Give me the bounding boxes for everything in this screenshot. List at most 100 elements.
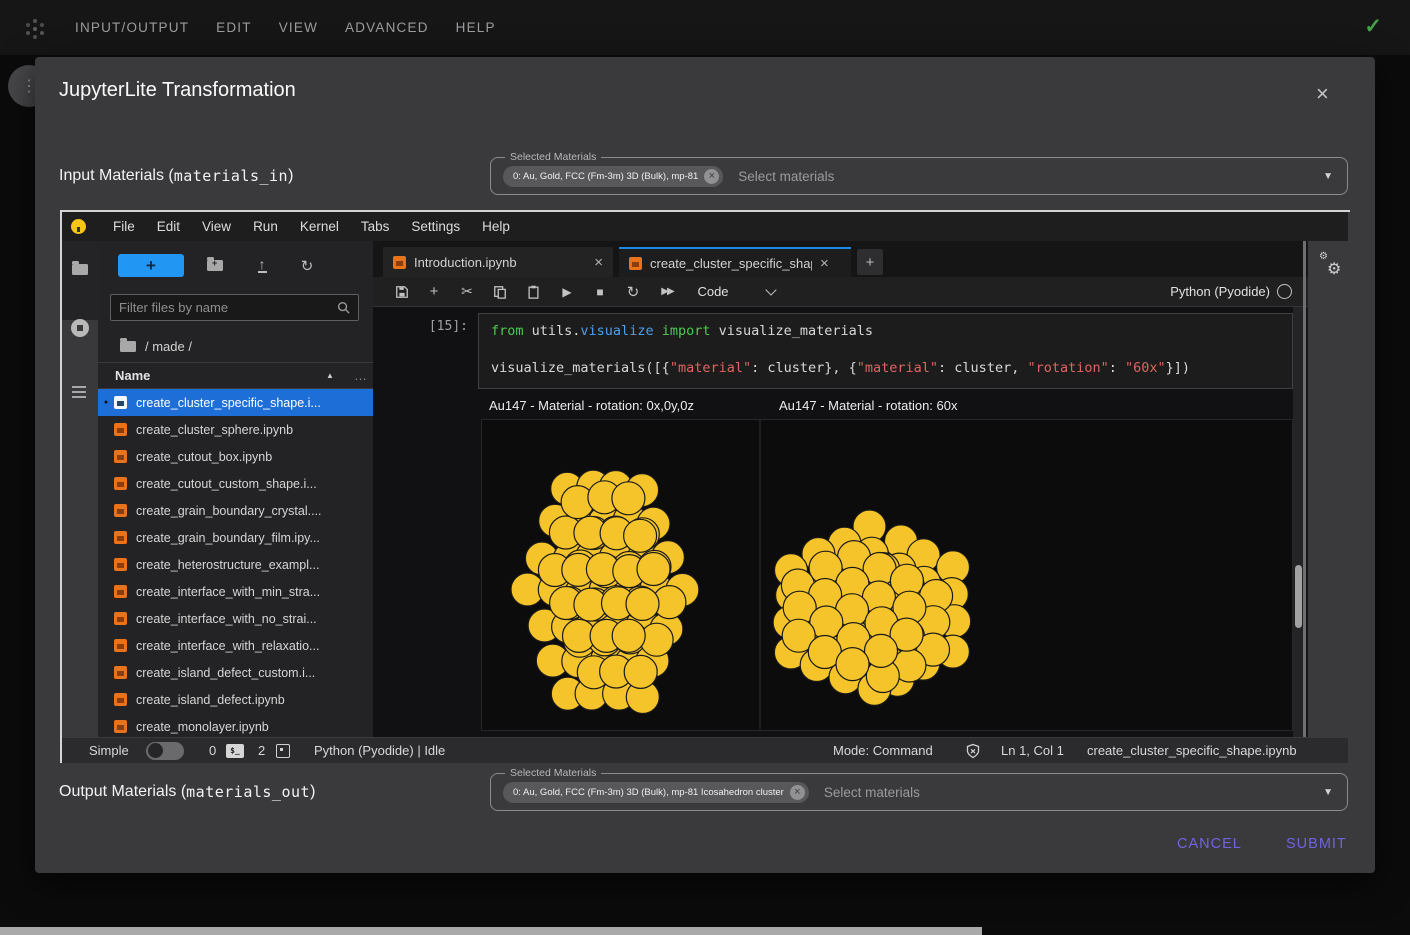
file-row[interactable]: create_grain_boundary_crystal.... xyxy=(98,497,373,524)
code-cell-editor[interactable]: from utils.visualize import visualize_ma… xyxy=(478,313,1293,389)
cursor-position[interactable]: Ln 1, Col 1 xyxy=(1001,738,1064,763)
kernel-name: Python (Pyodide) xyxy=(1170,284,1270,299)
plus-icon: + xyxy=(430,283,439,300)
output-material-chip[interactable]: 0: Au, Gold, FCC (Fm-3m) 3D (Bulk), mp-8… xyxy=(503,782,809,803)
restart-run-all-button[interactable]: ▶▶ xyxy=(654,277,680,306)
jupyter-menu-help[interactable]: Help xyxy=(471,219,521,234)
terminal-icon: $_ xyxy=(226,738,244,763)
notebook-file-icon xyxy=(114,396,127,409)
running-kernels-icon[interactable] xyxy=(71,319,89,337)
app-logo-icon[interactable] xyxy=(22,16,46,40)
file-browser-icon[interactable] xyxy=(72,264,88,275)
add-cell-button[interactable]: + xyxy=(423,277,445,306)
app-menu-bar: INPUT/OUTPUT EDIT VIEW ADVANCED HELP xyxy=(75,0,496,55)
file-row[interactable]: create_interface_with_min_stra... xyxy=(98,578,373,605)
file-name: create_heterostructure_exampl... xyxy=(136,558,319,572)
tab-create-cluster-specific-shape[interactable]: create_cluster_specific_shape.ipynb × xyxy=(619,247,851,277)
file-row[interactable]: create_cluster_sphere.ipynb xyxy=(98,416,373,443)
file-row[interactable]: create_heterostructure_exampl... xyxy=(98,551,373,578)
file-row[interactable]: create_cutout_custom_shape.i... xyxy=(98,470,373,497)
output-chip-label: 0: Au, Gold, FCC (Fm-3m) 3D (Bulk), mp-8… xyxy=(513,787,784,798)
output-materials-select[interactable]: Selected Materials 0: Au, Gold, FCC (Fm-… xyxy=(490,773,1348,811)
chip-delete-icon[interactable]: × xyxy=(790,785,805,800)
refresh-file-list-button[interactable]: ↻ xyxy=(295,254,319,277)
refresh-icon: ↻ xyxy=(301,257,314,275)
materials-visualization[interactable] xyxy=(481,419,1293,731)
new-tab-button[interactable]: + xyxy=(857,249,883,275)
input-material-chip[interactable]: 0: Au, Gold, FCC (Fm-3m) 3D (Bulk), mp-8… xyxy=(503,166,723,187)
file-row[interactable]: create_interface_with_no_strai... xyxy=(98,605,373,632)
kernel-status-icon[interactable] xyxy=(1276,277,1292,306)
file-name: create_grain_boundary_crystal.... xyxy=(136,504,322,518)
file-row[interactable]: create_cutout_box.ipynb xyxy=(98,443,373,470)
paste-cell-button[interactable] xyxy=(522,277,544,306)
terminals-count: 0 xyxy=(209,738,216,763)
kernel-name-button[interactable]: Python (Pyodide) xyxy=(1170,277,1270,306)
table-of-contents-icon[interactable] xyxy=(72,383,86,401)
tab-label: Introduction.ipynb xyxy=(414,255,586,270)
jupyter-menu-kernel[interactable]: Kernel xyxy=(289,219,350,234)
cut-cell-button[interactable]: ✂ xyxy=(456,277,478,306)
copy-cell-button[interactable] xyxy=(489,277,511,306)
cell-type-dropdown[interactable]: Code xyxy=(691,277,735,306)
check-icon[interactable]: ✓ xyxy=(1364,14,1382,39)
file-row[interactable]: create_interface_with_relaxatio... xyxy=(98,632,373,659)
jupyter-menu-bar: FileEditViewRunKernelTabsSettingsHelp xyxy=(62,212,1348,241)
filter-files-input[interactable]: Filter files by name xyxy=(110,294,359,321)
jupyter-menu-view[interactable]: View xyxy=(191,219,242,234)
file-name: create_interface_with_min_stra... xyxy=(136,585,320,599)
file-row[interactable]: create_island_defect_custom.i... xyxy=(98,659,373,686)
save-button[interactable] xyxy=(391,277,413,306)
restart-icon: ↻ xyxy=(627,283,640,301)
tab-close-icon[interactable]: × xyxy=(594,254,603,271)
app-menu-help[interactable]: HELP xyxy=(456,20,496,35)
app-menu-view[interactable]: VIEW xyxy=(279,20,318,35)
input-label-code: materials_in xyxy=(174,167,288,185)
cancel-button[interactable]: CANCEL xyxy=(1177,836,1242,852)
new-folder-button[interactable]: + xyxy=(203,254,227,277)
tab-introduction[interactable]: Introduction.ipynb × xyxy=(383,247,613,277)
upload-button[interactable]: ↑ xyxy=(250,254,274,277)
filter-placeholder: Filter files by name xyxy=(119,300,228,315)
jupyter-menu-run[interactable]: Run xyxy=(242,219,289,234)
caret-down-icon[interactable]: ▼ xyxy=(1323,171,1333,182)
stop-kernel-button[interactable]: ■ xyxy=(589,277,611,306)
mode-indicator[interactable]: Mode: Command xyxy=(833,738,933,763)
run-cell-button[interactable]: ▶ xyxy=(556,277,578,306)
submit-button[interactable]: SUBMIT xyxy=(1286,836,1347,852)
jupyter-menu-file[interactable]: File xyxy=(102,219,146,234)
upload-icon: ↑ xyxy=(258,258,267,273)
scrollbar-thumb[interactable] xyxy=(1295,565,1302,628)
caret-down-icon[interactable]: ▼ xyxy=(1323,787,1333,798)
new-launcher-button[interactable]: + xyxy=(118,254,184,277)
app-menu-edit[interactable]: EDIT xyxy=(216,20,252,35)
input-select-placeholder: Select materials xyxy=(738,169,834,184)
tab-label: create_cluster_specific_shape.ipynb xyxy=(650,256,812,271)
output-label-end: ) xyxy=(310,783,315,801)
notebook-toolbar: + ✂ ▶ ■ ↻ ▶▶ Code Python (Pyodide) xyxy=(373,277,1308,307)
file-row[interactable]: create_island_defect.ipynb xyxy=(98,686,373,713)
code-line: visualize_materials([{"material": cluste… xyxy=(491,360,1190,376)
file-list-name-header[interactable]: Name ▲ … xyxy=(98,362,373,389)
chip-delete-icon[interactable]: × xyxy=(704,169,719,184)
notebook-scrollbar[interactable] xyxy=(1293,307,1303,737)
restart-kernel-button[interactable]: ↻ xyxy=(622,277,644,306)
input-materials-select[interactable]: Selected Materials 0: Au, Gold, FCC (Fm-… xyxy=(490,157,1348,195)
jupyter-menu-tabs[interactable]: Tabs xyxy=(350,219,401,234)
app-menu-advanced[interactable]: ADVANCED xyxy=(345,20,429,35)
close-icon[interactable]: × xyxy=(1316,83,1329,105)
app-menu-input-output[interactable]: INPUT/OUTPUT xyxy=(75,20,189,35)
tab-close-icon[interactable]: × xyxy=(820,255,829,272)
file-row[interactable]: create_grain_boundary_film.ipy... xyxy=(98,524,373,551)
sort-asc-icon: ▲ xyxy=(326,371,334,380)
file-name: create_interface_with_relaxatio... xyxy=(136,639,319,653)
file-row[interactable]: create_monolayer.ipynb xyxy=(98,713,373,737)
breadcrumb[interactable]: / made / xyxy=(98,334,373,358)
jupyter-menu-settings[interactable]: Settings xyxy=(400,219,471,234)
cell-type-caret-icon[interactable] xyxy=(763,277,779,306)
kernels-count: 2 xyxy=(258,738,265,763)
kernel-status-text[interactable]: Python (Pyodide) | Idle xyxy=(314,738,445,763)
file-row[interactable]: ●create_cluster_specific_shape.i... xyxy=(98,389,373,416)
simple-mode-toggle[interactable] xyxy=(146,738,184,763)
jupyter-menu-edit[interactable]: Edit xyxy=(146,219,191,234)
